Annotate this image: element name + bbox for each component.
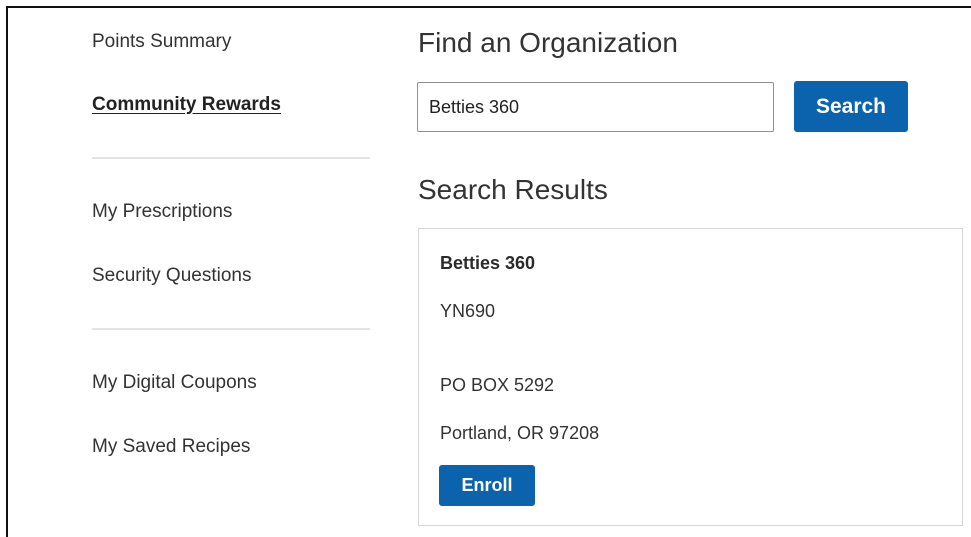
sidebar-item-security-questions[interactable]: Security Questions bbox=[92, 265, 251, 287]
organization-code: YN690 bbox=[440, 301, 496, 321]
sidebar-divider bbox=[92, 157, 370, 159]
sidebar-item-my-digital-coupons[interactable]: My Digital Coupons bbox=[92, 372, 257, 394]
sidebar-divider bbox=[92, 328, 370, 330]
sidebar-item-points-summary[interactable]: Points Summary bbox=[92, 31, 231, 53]
search-button[interactable]: Search bbox=[794, 81, 908, 132]
enroll-button[interactable]: Enroll bbox=[439, 465, 535, 506]
organization-search-input[interactable] bbox=[417, 82, 774, 132]
organization-name: Betties 360 bbox=[440, 253, 536, 273]
search-results-heading: Search Results bbox=[418, 174, 608, 205]
sidebar-item-my-prescriptions[interactable]: My Prescriptions bbox=[92, 201, 232, 223]
organization-address-line2: Portland, OR 97208 bbox=[440, 423, 600, 443]
result-card: Betties 360 YN690 PO BOX 5292 Portland, … bbox=[418, 228, 963, 526]
sidebar-item-community-rewards[interactable]: Community Rewards bbox=[92, 94, 281, 116]
page-title: Find an Organization bbox=[418, 27, 678, 58]
organization-address-line1: PO BOX 5292 bbox=[440, 375, 555, 395]
sidebar-item-my-saved-recipes[interactable]: My Saved Recipes bbox=[92, 436, 250, 458]
